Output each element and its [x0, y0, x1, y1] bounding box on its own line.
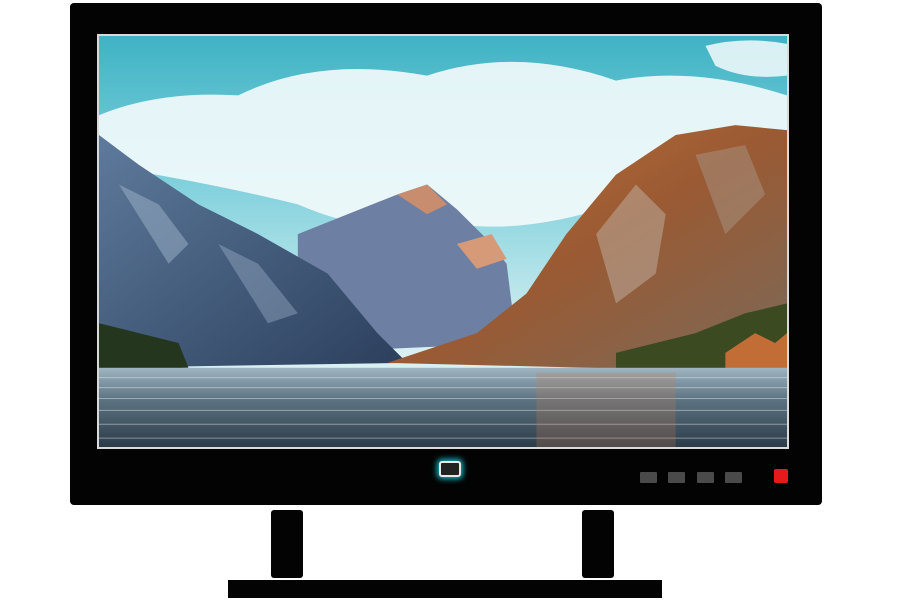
stand-left-leg — [271, 510, 303, 578]
stand-base — [228, 580, 662, 598]
menu-button[interactable] — [640, 472, 657, 483]
power-button[interactable] — [774, 469, 788, 483]
monitor-screen — [97, 34, 789, 449]
input-button[interactable] — [725, 472, 742, 483]
monitor — [70, 3, 822, 505]
down-button[interactable] — [668, 472, 685, 483]
power-indicator-icon — [439, 461, 461, 477]
stand-right-leg — [582, 510, 614, 578]
landscape-wallpaper — [99, 36, 787, 447]
up-button[interactable] — [697, 472, 714, 483]
